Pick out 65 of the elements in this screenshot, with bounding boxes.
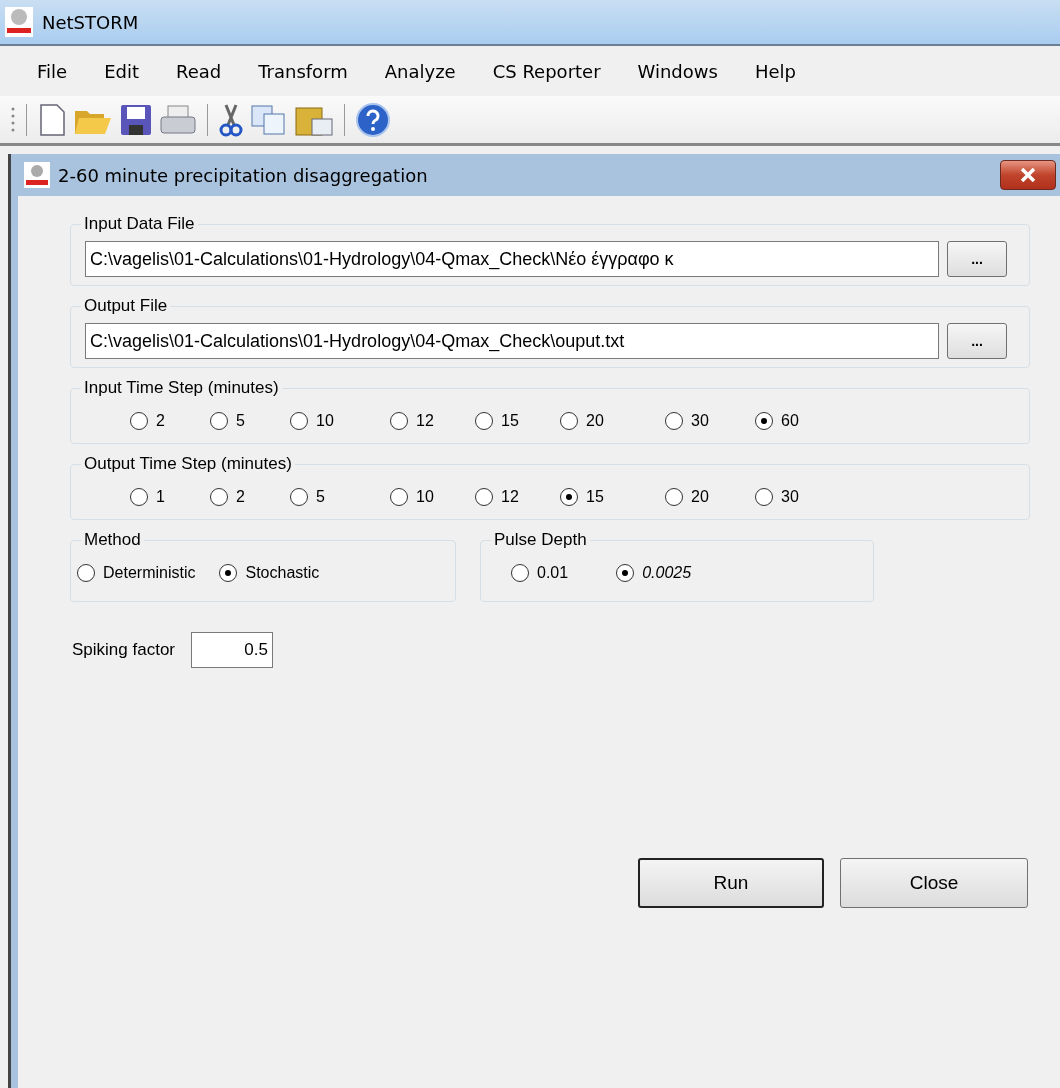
radio-option[interactable]: 20 [665, 485, 755, 509]
dialog-title: 2-60 minute precipitation disaggregation [58, 163, 428, 188]
radio-button[interactable] [290, 488, 308, 506]
scissors-icon[interactable] [218, 102, 244, 137]
browse-button[interactable]: ... [947, 323, 1007, 359]
new-document-icon[interactable] [37, 102, 67, 137]
path-field[interactable]: C:\vagelis\01-Calculations\01-Hydrology\04-Qmax_Check\ouput.txt [85, 323, 939, 359]
menu-item[interactable]: File [37, 57, 68, 85]
radio-option[interactable]: 15 [475, 409, 560, 433]
path-field[interactable]: C:\vagelis\01-Calculations\01-Hydrology\04-Qmax_Check\Νέο έγγραφο κ [85, 241, 939, 277]
menu-item[interactable]: Windows [637, 57, 718, 85]
radio-option[interactable]: 0.0025 [616, 561, 692, 585]
close-button[interactable] [1000, 160, 1056, 190]
radio-button[interactable] [219, 564, 238, 582]
radio-option[interactable]: 30 [755, 485, 835, 509]
close-dialog-button[interactable]: Close [840, 858, 1028, 908]
app-title: NetSTORM [42, 10, 139, 35]
radio-button[interactable] [475, 488, 493, 506]
radio-button[interactable] [560, 488, 578, 506]
radio-button[interactable] [210, 412, 228, 430]
radio-option[interactable]: 5 [210, 409, 290, 433]
close-icon [1020, 168, 1036, 182]
radio-button[interactable] [130, 488, 148, 506]
radio-button[interactable] [755, 488, 773, 506]
browse-button[interactable]: ... [947, 241, 1007, 277]
radio-button[interactable] [390, 488, 408, 506]
radio-button[interactable] [77, 564, 95, 582]
radio-button[interactable] [511, 564, 529, 582]
radio-option[interactable]: Stochastic [219, 561, 320, 585]
radio-button[interactable] [560, 412, 578, 430]
radio-button[interactable] [290, 412, 308, 430]
radio-option[interactable]: 12 [475, 485, 560, 509]
radio-button[interactable] [665, 412, 683, 430]
radio-option[interactable]: 10 [390, 485, 475, 509]
field-label: Spiking factor [72, 639, 175, 662]
menu-item[interactable]: Edit [104, 57, 139, 85]
radio-option[interactable]: 1 [130, 485, 210, 509]
radio-option[interactable]: 10 [290, 409, 390, 433]
radio-option[interactable]: 2 [130, 409, 210, 433]
radio-button[interactable] [616, 564, 635, 582]
radio-button[interactable] [210, 488, 228, 506]
radio-option[interactable]: 60 [755, 409, 835, 433]
menu-item[interactable]: Read [176, 57, 222, 85]
run-button[interactable]: Run [638, 858, 824, 908]
radio-button[interactable] [390, 412, 408, 430]
radio-option[interactable]: 2 [210, 485, 290, 509]
menu-item[interactable]: Transform [258, 57, 348, 85]
radio-button[interactable] [475, 412, 493, 430]
radio-option[interactable]: 30 [665, 409, 755, 433]
help-icon[interactable] [355, 101, 391, 138]
menu-item[interactable]: Help [754, 57, 796, 85]
radio-button[interactable] [665, 488, 683, 506]
menu-item[interactable]: Analyze [384, 57, 456, 85]
menu-item[interactable]: CS Reporter [492, 57, 601, 85]
radio-option[interactable]: 0.01 [511, 561, 569, 585]
radio-option[interactable]: 15 [560, 485, 665, 509]
radio-button[interactable] [130, 412, 148, 430]
radio-button[interactable] [755, 412, 773, 430]
radio-option[interactable]: 20 [560, 409, 665, 433]
app-logo-icon [4, 6, 34, 38]
spiking-factor-field[interactable]: 0.5 [191, 632, 273, 668]
radio-option[interactable]: Deterministic [77, 561, 196, 585]
radio-option[interactable]: 5 [290, 485, 390, 509]
dialog-logo-icon [24, 162, 50, 188]
radio-option[interactable]: 12 [390, 409, 475, 433]
